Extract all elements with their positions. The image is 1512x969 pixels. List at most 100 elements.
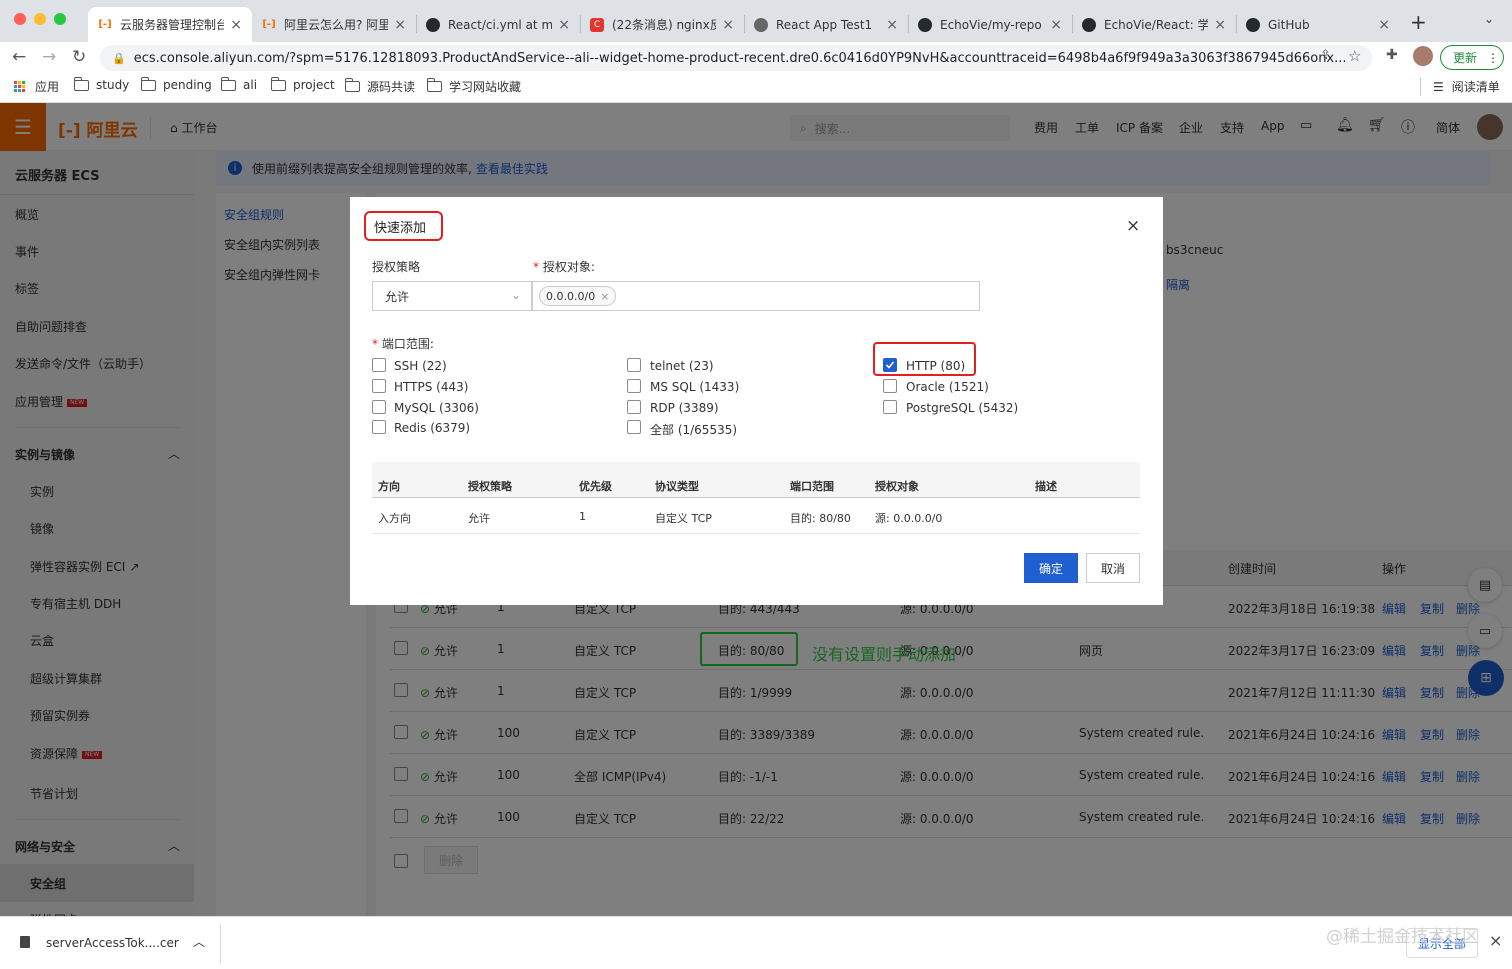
browser-tab[interactable]: [-] 云服务器管理控制台 × bbox=[88, 7, 252, 42]
globe-favicon-icon bbox=[754, 17, 768, 32]
th-direction: 方向 bbox=[378, 480, 400, 493]
modal-title: 快速添加 bbox=[364, 211, 443, 241]
profile-avatar[interactable] bbox=[1413, 46, 1433, 66]
aliyun-favicon-icon: [-] bbox=[98, 19, 112, 30]
github-favicon-icon bbox=[426, 17, 440, 32]
bookmark-folder[interactable]: 源码共读 bbox=[344, 78, 415, 95]
th-description: 描述 bbox=[1035, 480, 1057, 493]
port-checkbox-ssh[interactable] bbox=[372, 358, 386, 372]
minimize-window-button[interactable] bbox=[34, 13, 46, 25]
port-label: HTTPS (443) bbox=[394, 380, 469, 394]
github-favicon-icon bbox=[1082, 17, 1096, 32]
reload-icon[interactable]: ↻ bbox=[72, 47, 86, 67]
confirm-button[interactable]: 确定 bbox=[1024, 553, 1078, 583]
port-label: SSH (22) bbox=[394, 359, 447, 373]
port-checkbox-http[interactable] bbox=[883, 358, 897, 372]
watermark: @稀土掘金技术社区 bbox=[1326, 927, 1479, 947]
bookmark-folder[interactable]: project bbox=[270, 76, 335, 92]
port-label: telnet (23) bbox=[650, 359, 714, 373]
maximize-window-button[interactable] bbox=[54, 13, 66, 25]
policy-select[interactable]: 允许 ⌄ bbox=[372, 281, 532, 311]
port-checkbox-postgresql[interactable] bbox=[883, 400, 897, 414]
port-checkbox-all[interactable] bbox=[627, 420, 641, 434]
bookmark-folder[interactable]: ali bbox=[220, 76, 257, 92]
close-download-bar-icon[interactable]: × bbox=[1489, 931, 1502, 950]
browser-tab[interactable]: EchoVie/my-repo × bbox=[908, 7, 1072, 42]
url-input[interactable]: 🔒 ecs.console.aliyun.com/?spm=5176.12818… bbox=[100, 45, 1372, 71]
close-tab-icon[interactable]: × bbox=[1050, 17, 1062, 33]
th-protocol: 协议类型 bbox=[655, 480, 699, 493]
browser-tab-bar: [-] 云服务器管理控制台 × [-] 阿里云怎么用? 阿里... × Reac… bbox=[0, 0, 1512, 42]
port-label: PostgreSQL (5432) bbox=[906, 401, 1019, 415]
bookmark-folder[interactable]: pending bbox=[140, 76, 212, 92]
forward-icon[interactable]: → bbox=[42, 47, 56, 67]
bookmark-folder[interactable]: 学习网站收藏 bbox=[426, 78, 521, 95]
port-label: Redis (6379) bbox=[394, 421, 471, 435]
th-priority: 优先级 bbox=[579, 480, 612, 493]
new-tab-icon[interactable]: + bbox=[1410, 10, 1427, 34]
browser-tab[interactable]: React/ci.yml at main × bbox=[416, 7, 580, 42]
policy-label: 授权策略 bbox=[372, 260, 421, 274]
extensions-icon[interactable]: ✚ bbox=[1386, 47, 1398, 63]
cancel-button[interactable]: 取消 bbox=[1086, 553, 1140, 583]
share-icon[interactable]: ⇪ bbox=[1320, 48, 1331, 63]
close-tab-icon[interactable]: × bbox=[722, 17, 734, 33]
th-target: 授权对象 bbox=[875, 480, 919, 493]
port-label: HTTP (80) bbox=[906, 359, 966, 373]
browser-tab[interactable]: GitHub × bbox=[1236, 7, 1400, 42]
file-icon bbox=[20, 936, 30, 948]
back-icon[interactable]: ← bbox=[12, 47, 26, 67]
th-port-range: 端口范围 bbox=[790, 480, 834, 493]
apps-grid-icon bbox=[14, 81, 25, 92]
port-checkbox-redis[interactable] bbox=[372, 420, 386, 434]
tag-remove-icon[interactable]: × bbox=[600, 290, 609, 303]
close-window-button[interactable] bbox=[14, 13, 26, 25]
close-tab-icon[interactable]: × bbox=[230, 17, 242, 33]
tab-search-icon[interactable]: ⌄ bbox=[1484, 12, 1494, 26]
close-tab-icon[interactable]: × bbox=[1378, 17, 1390, 33]
port-checkbox-telnet[interactable] bbox=[627, 358, 641, 372]
browser-tab[interactable]: [-] 阿里云怎么用? 阿里... × bbox=[252, 7, 416, 42]
aliyun-favicon-icon: [-] bbox=[262, 19, 276, 30]
chevron-down-icon: ⌄ bbox=[510, 288, 521, 302]
update-button[interactable]: 更新 ⋮ bbox=[1440, 45, 1504, 70]
td-direction: 入方向 bbox=[378, 512, 411, 525]
chevron-up-icon[interactable]: ︿ bbox=[193, 933, 205, 950]
port-range-label: * 端口范围: bbox=[372, 337, 434, 351]
close-tab-icon[interactable]: × bbox=[886, 17, 898, 33]
td-protocol: 自定义 TCP bbox=[655, 512, 712, 525]
folder-icon bbox=[426, 78, 442, 92]
close-tab-icon[interactable]: × bbox=[1214, 17, 1226, 33]
port-label: MySQL (3306) bbox=[394, 401, 479, 415]
port-checkbox-mysql[interactable] bbox=[372, 400, 386, 414]
folder-icon bbox=[140, 76, 156, 91]
port-checkbox-rdp[interactable] bbox=[627, 400, 641, 414]
lock-icon: 🔒 bbox=[112, 51, 126, 65]
port-checkbox-mssql[interactable] bbox=[627, 379, 641, 393]
close-tab-icon[interactable]: × bbox=[394, 17, 406, 33]
port-checkbox-https[interactable] bbox=[372, 379, 386, 393]
folder-icon bbox=[73, 76, 89, 91]
bookmark-apps[interactable]: 应用 bbox=[14, 78, 59, 95]
reading-list[interactable]: ☰ 阅读清单 bbox=[1433, 78, 1500, 95]
folder-icon bbox=[270, 76, 286, 91]
check-icon bbox=[885, 361, 895, 369]
close-tab-icon[interactable]: × bbox=[558, 17, 570, 33]
download-bar: serverAccessTok....cer ︿ 显示全部 × bbox=[0, 916, 1512, 969]
github-favicon-icon bbox=[918, 17, 932, 32]
target-input[interactable]: 0.0.0.0/0 × bbox=[532, 281, 980, 311]
bookmark-folder[interactable]: study bbox=[73, 76, 129, 92]
td-target: 源: 0.0.0.0/0 bbox=[875, 512, 943, 525]
port-label: Oracle (1521) bbox=[906, 380, 989, 394]
port-checkbox-oracle[interactable] bbox=[883, 379, 897, 393]
browser-tab[interactable]: React App Test1 × bbox=[744, 7, 908, 42]
target-tag: 0.0.0.0/0 × bbox=[539, 286, 617, 306]
folder-icon bbox=[344, 78, 360, 92]
modal-close-icon[interactable]: × bbox=[1126, 216, 1140, 236]
browser-tab[interactable]: EchoVie/React: 学习... × bbox=[1072, 7, 1236, 42]
bookmarks-bar: 应用 study pending ali project 源码共读 学习网站收藏… bbox=[0, 72, 1512, 103]
download-file-name[interactable]: serverAccessTok....cer bbox=[46, 936, 179, 950]
bookmark-star-icon[interactable]: ☆ bbox=[1348, 47, 1361, 65]
folder-icon bbox=[220, 76, 236, 91]
browser-tab[interactable]: C (22条消息) nginx反... × bbox=[580, 7, 744, 42]
